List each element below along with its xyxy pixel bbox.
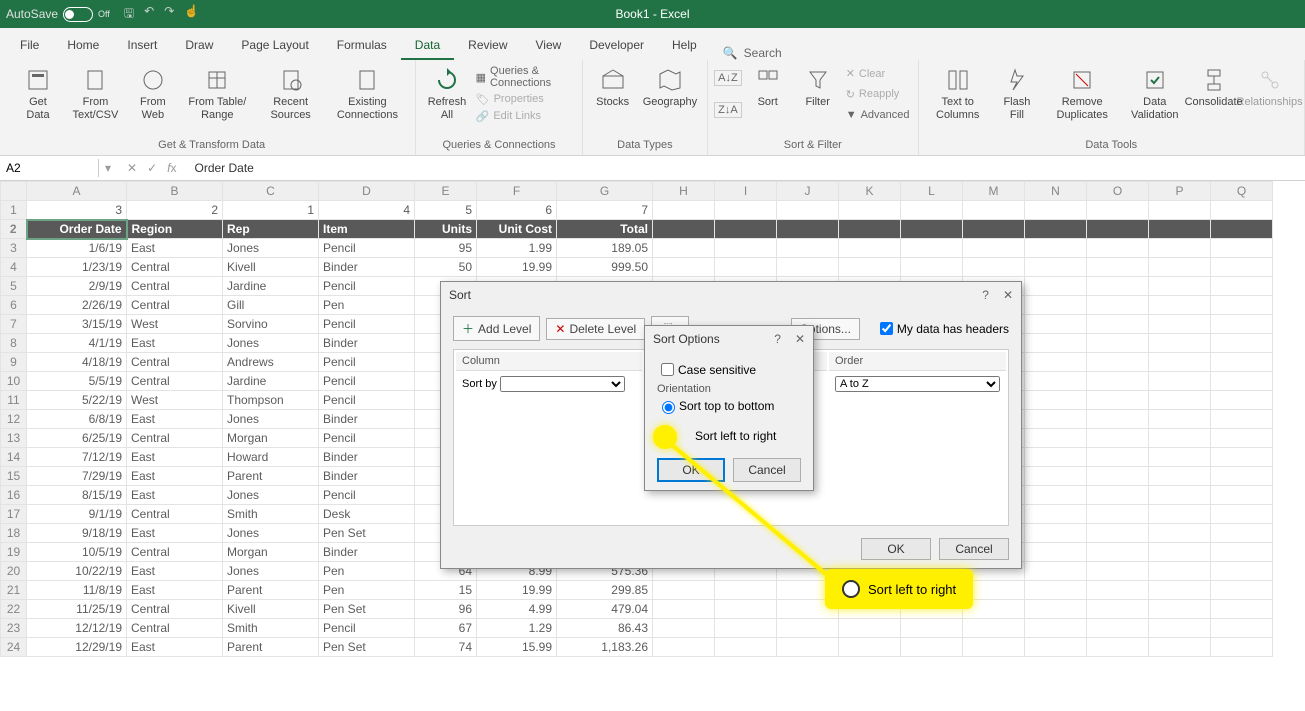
- tab-formulas[interactable]: Formulas: [323, 34, 401, 60]
- autosave-toggle[interactable]: AutoSave Off: [6, 7, 110, 22]
- title-bar: AutoSave Off 🖫 ↶ ↷ ☝ Book1 - Excel: [0, 0, 1305, 28]
- flash-fill-button[interactable]: Flash Fill: [993, 64, 1041, 123]
- cancel-formula-icon[interactable]: ✕: [127, 161, 137, 175]
- formula-input[interactable]: Order Date: [187, 159, 262, 177]
- ribbon-tabs: File Home Insert Draw Page Layout Formul…: [0, 28, 1305, 60]
- my-data-has-headers-checkbox[interactable]: My data has headers: [876, 319, 1009, 338]
- sort-az-button[interactable]: A↓Z: [714, 70, 742, 86]
- reapply-filter-button[interactable]: ↻ Reapply: [844, 87, 912, 102]
- edit-links-button[interactable]: 🔗 Edit Links: [474, 109, 576, 124]
- text-to-columns-button[interactable]: Text to Columns: [925, 64, 991, 123]
- tab-home[interactable]: Home: [53, 34, 113, 60]
- tab-developer[interactable]: Developer: [575, 34, 658, 60]
- group-label: Queries & Connections: [442, 139, 555, 153]
- sort-za-button[interactable]: Z↓A: [714, 102, 742, 118]
- tab-view[interactable]: View: [522, 34, 576, 60]
- group-label: Get & Transform Data: [158, 139, 265, 153]
- existing-connections-button[interactable]: Existing Connections: [326, 64, 410, 123]
- sort-button[interactable]: Sort: [744, 64, 792, 111]
- from-table-range-button[interactable]: From Table/ Range: [179, 64, 256, 123]
- geography-datatype-button[interactable]: Geography: [639, 64, 701, 111]
- enter-formula-icon[interactable]: ✓: [147, 161, 157, 175]
- data-validation-button[interactable]: Data Validation: [1123, 64, 1186, 123]
- help-icon[interactable]: ?: [774, 332, 781, 346]
- sort-left-to-right-radio[interactable]: Sort left to right: [657, 428, 801, 444]
- close-icon[interactable]: ✕: [795, 332, 805, 346]
- radio-icon: [842, 580, 860, 598]
- advanced-filter-button[interactable]: ▼ Advanced: [844, 108, 912, 122]
- delete-level-button[interactable]: ✕Delete Level: [546, 318, 645, 340]
- tab-file[interactable]: File: [6, 34, 53, 60]
- consolidate-button[interactable]: Consolidate: [1188, 64, 1239, 111]
- refresh-all-button[interactable]: Refresh All: [422, 64, 471, 123]
- tab-review[interactable]: Review: [454, 34, 521, 60]
- callout-bubble: Sort left to right: [825, 569, 973, 609]
- from-web-button[interactable]: From Web: [129, 64, 177, 123]
- quick-access-toolbar: 🖫 ↶ ↷ ☝: [124, 4, 199, 25]
- sort-top-to-bottom-radio[interactable]: Sort top to bottom: [657, 398, 801, 414]
- group-label: Sort & Filter: [784, 139, 842, 153]
- sort-options-dialog: Sort Options ? ✕ Case sensitive Orientati…: [644, 325, 814, 491]
- search-box[interactable]: 🔍 Search: [723, 46, 782, 60]
- help-icon[interactable]: ?: [982, 288, 989, 302]
- worksheet[interactable]: ABCDEFGHIJKLMNOPQ132145672Order DateRegi…: [0, 181, 1305, 711]
- fx-icon[interactable]: fx: [167, 161, 176, 175]
- touch-mode-icon[interactable]: ☝: [184, 4, 199, 25]
- get-data-button[interactable]: Get Data: [14, 64, 62, 123]
- group-label: Data Tools: [1085, 139, 1137, 153]
- search-icon: 🔍: [723, 46, 738, 60]
- sort-ok-button[interactable]: OK: [861, 538, 931, 560]
- sort-by-select[interactable]: [500, 376, 625, 392]
- properties-button[interactable]: 🏷 Properties: [474, 92, 576, 107]
- tab-page-layout[interactable]: Page Layout: [227, 34, 322, 60]
- queries-connections-button[interactable]: ▦ Queries & Connections: [474, 64, 576, 90]
- redo-icon[interactable]: ↷: [164, 4, 174, 25]
- undo-icon[interactable]: ↶: [144, 4, 154, 25]
- tab-draw[interactable]: Draw: [171, 34, 227, 60]
- add-level-button[interactable]: ＋Add Level: [453, 316, 540, 341]
- clear-filter-button[interactable]: ✕ Clear: [844, 66, 912, 81]
- from-text-csv-button[interactable]: From Text/CSV: [64, 64, 127, 123]
- group-label: Data Types: [617, 139, 672, 153]
- tab-insert[interactable]: Insert: [113, 34, 171, 60]
- dialog-title: Sort: [449, 288, 471, 302]
- case-sensitive-checkbox[interactable]: Case sensitive: [657, 360, 801, 379]
- sort-order-select[interactable]: A to Z: [835, 376, 1000, 392]
- close-icon[interactable]: ✕: [1003, 288, 1013, 302]
- callout-text: Sort left to right: [868, 582, 956, 597]
- dialog-title: Sort Options: [653, 332, 720, 346]
- sort-cancel-button[interactable]: Cancel: [939, 538, 1009, 560]
- formula-bar: A2 ▾ ✕ ✓ fx Order Date: [0, 156, 1305, 181]
- ribbon: Get Data From Text/CSV From Web From Tab…: [0, 60, 1305, 156]
- recent-sources-button[interactable]: Recent Sources: [258, 64, 324, 123]
- sort-by-label: Sort by: [462, 378, 497, 390]
- save-icon[interactable]: 🖫: [124, 4, 134, 25]
- stocks-datatype-button[interactable]: Stocks: [589, 64, 637, 111]
- app-title: Book1 - Excel: [615, 7, 689, 21]
- tab-help[interactable]: Help: [658, 34, 711, 60]
- options-cancel-button[interactable]: Cancel: [733, 458, 801, 482]
- remove-duplicates-button[interactable]: Remove Duplicates: [1043, 64, 1122, 123]
- tab-data[interactable]: Data: [401, 34, 454, 60]
- filter-button[interactable]: Filter: [794, 64, 842, 111]
- name-box[interactable]: A2: [0, 159, 99, 177]
- orientation-label: Orientation: [657, 383, 801, 395]
- relationships-button[interactable]: Relationships: [1241, 64, 1298, 111]
